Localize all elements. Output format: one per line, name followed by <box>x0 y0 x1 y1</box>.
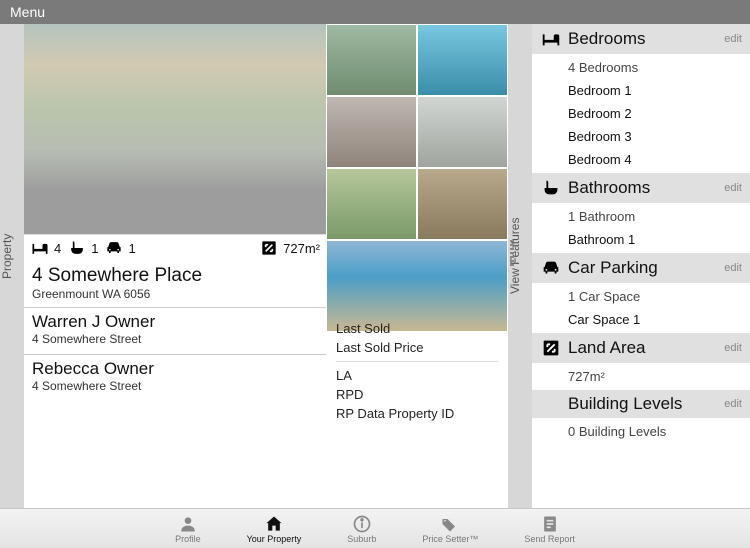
column-thumbs: Last Sold Last Sold Price LA RPD RP Data… <box>326 24 508 508</box>
feature-header-bedrooms[interactable]: Bedrooms edit <box>532 24 750 54</box>
thumb-photo[interactable] <box>417 96 508 168</box>
feature-header-car[interactable]: Car Parking edit <box>532 253 750 283</box>
bath-icon <box>540 177 562 199</box>
edit-link[interactable]: edit <box>724 398 742 410</box>
land-icon <box>540 337 562 359</box>
person-icon <box>178 514 198 534</box>
feature-title: Bathrooms <box>568 178 650 198</box>
feature-summary: 4 Bedrooms <box>568 58 742 77</box>
info-icon <box>352 514 372 534</box>
land-icon <box>259 238 279 258</box>
report-icon <box>540 514 560 534</box>
feature-header-bathrooms[interactable]: Bathrooms edit <box>532 173 750 203</box>
meta-rpd: RPD <box>336 385 498 404</box>
column-summary: 4 1 1 727m² 4 Somewhere Place Greenmount… <box>24 24 326 508</box>
thumb-photo[interactable] <box>417 168 508 240</box>
meta-rp-id: RP Data Property ID <box>336 404 498 423</box>
tab-your-property[interactable]: Your Property <box>247 514 302 544</box>
content: 4 1 1 727m² 4 Somewhere Place Greenmount… <box>24 24 508 508</box>
feature-title: Land Area <box>568 338 646 358</box>
tab-label: Your Property <box>247 534 302 544</box>
stats-row: 4 1 1 727m² <box>24 234 326 261</box>
features-rail[interactable]: View Features <box>508 24 532 508</box>
feature-header-building[interactable]: Building Levels edit <box>532 390 750 418</box>
thumb-photo[interactable] <box>326 96 417 168</box>
feature-summary: 1 Car Space <box>568 287 742 306</box>
cars-count: 1 <box>128 241 135 256</box>
feature-item: Bedroom 1 <box>568 81 742 100</box>
tab-label: Profile <box>175 534 201 544</box>
tab-label: Suburb <box>347 534 376 544</box>
thumb-photo[interactable] <box>326 240 508 332</box>
meta-last-sold-price: Last Sold Price <box>336 338 498 357</box>
edit-link[interactable]: edit <box>724 182 742 194</box>
bed-icon <box>540 28 562 50</box>
house-icon <box>264 514 284 534</box>
address-line1: 4 Somewhere Place <box>32 265 318 287</box>
address-block: 4 Somewhere Place Greenmount WA 6056 <box>24 261 326 307</box>
features-panel: Bedrooms edit 4 Bedrooms Bedroom 1 Bedro… <box>532 24 750 508</box>
feature-body-land: 727m² <box>532 363 750 390</box>
edit-link[interactable]: edit <box>724 262 742 274</box>
hero-photo[interactable] <box>24 24 326 234</box>
feature-item: Bedroom 4 <box>568 150 742 169</box>
grip-icon <box>510 240 514 266</box>
tab-label: Send Report <box>524 534 575 544</box>
owner-block: Warren J Owner 4 Somewhere Street <box>24 307 326 354</box>
feature-title: Building Levels <box>568 394 682 414</box>
baths-count: 1 <box>91 241 98 256</box>
main-area: Property 4 1 1 727m² <box>0 24 750 508</box>
owner-street: 4 Somewhere Street <box>32 332 318 346</box>
car-icon <box>104 238 124 258</box>
property-rail[interactable]: Property <box>0 24 24 508</box>
edit-link[interactable]: edit <box>724 33 742 45</box>
land-area: 727m² <box>283 241 320 256</box>
feature-summary: 1 Bathroom <box>568 207 742 226</box>
tabbar: Profile Your Property Suburb Price Sette… <box>0 508 750 548</box>
feature-title: Car Parking <box>568 258 658 278</box>
feature-item: Bedroom 3 <box>568 127 742 146</box>
tag-icon <box>440 514 460 534</box>
feature-body-building: 0 Building Levels <box>532 418 750 445</box>
tab-price-setter[interactable]: Price Setter™ <box>422 514 478 544</box>
tab-send-report[interactable]: Send Report <box>524 514 575 544</box>
meta-la: LA <box>336 361 498 385</box>
feature-body-bedrooms: 4 Bedrooms Bedroom 1 Bedroom 2 Bedroom 3… <box>532 54 750 173</box>
beds-count: 4 <box>54 241 61 256</box>
thumb-photo[interactable] <box>326 168 417 240</box>
owner-street: 4 Somewhere Street <box>32 379 318 393</box>
thumb-grid <box>326 24 508 312</box>
feature-item: Bathroom 1 <box>568 230 742 249</box>
tab-suburb[interactable]: Suburb <box>347 514 376 544</box>
feature-body-car: 1 Car Space Car Space 1 <box>532 283 750 333</box>
bed-icon <box>30 238 50 258</box>
feature-header-land[interactable]: Land Area edit <box>532 333 750 363</box>
feature-body-bathrooms: 1 Bathroom Bathroom 1 <box>532 203 750 253</box>
bath-icon <box>67 238 87 258</box>
owner-name: Warren J Owner <box>32 312 318 332</box>
feature-summary: 0 Building Levels <box>568 422 742 441</box>
owner-name: Rebecca Owner <box>32 359 318 379</box>
owner-block: Rebecca Owner 4 Somewhere Street <box>24 354 326 401</box>
menu-bar[interactable]: Menu <box>0 0 750 24</box>
feature-item: Car Space 1 <box>568 310 742 329</box>
tab-label: Price Setter™ <box>422 534 478 544</box>
edit-link[interactable]: edit <box>724 342 742 354</box>
feature-title: Bedrooms <box>568 29 645 49</box>
feature-item: Bedroom 2 <box>568 104 742 123</box>
tab-profile[interactable]: Profile <box>175 514 201 544</box>
address-line2: Greenmount WA 6056 <box>32 287 318 301</box>
car-icon <box>540 257 562 279</box>
property-rail-label: Property <box>0 225 14 286</box>
thumb-photo[interactable] <box>326 24 417 96</box>
feature-summary: 727m² <box>568 367 742 386</box>
menu-label: Menu <box>10 4 45 20</box>
thumb-photo[interactable] <box>417 24 508 96</box>
